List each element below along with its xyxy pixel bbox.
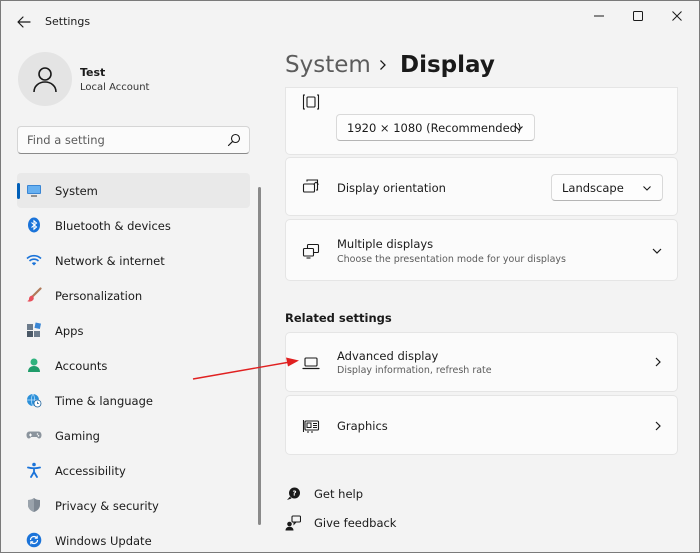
- accessibility-icon: [26, 462, 42, 478]
- resolution-value: 1920 × 1080 (Recommended): [347, 120, 522, 135]
- wifi-icon: [26, 252, 42, 268]
- app-title: Settings: [45, 15, 91, 28]
- back-arrow-icon: [17, 16, 31, 28]
- sidebar-item-windows-update[interactable]: Windows Update: [17, 523, 250, 552]
- resolution-dropdown[interactable]: 1920 × 1080 (Recommended): [336, 114, 535, 141]
- chevron-down-icon[interactable]: [651, 245, 663, 257]
- brush-icon: [26, 287, 42, 303]
- sidebar-item-label: Accounts: [55, 358, 108, 373]
- advanced-display-subtitle: Display information, refresh rate: [337, 365, 492, 376]
- sidebar-item-label: Personalization: [55, 288, 143, 303]
- multiple-displays-card[interactable]: Multiple displays Choose the presentatio…: [285, 219, 678, 281]
- sidebar-item-apps[interactable]: Apps: [17, 313, 250, 348]
- graphics-card-icon: [301, 416, 321, 436]
- chevron-down-icon: [643, 186, 651, 191]
- advanced-display-card[interactable]: Advanced display Display information, re…: [285, 332, 678, 392]
- chevron-right-icon: [655, 421, 661, 431]
- advanced-display-title: Advanced display: [337, 349, 439, 363]
- sidebar-item-label: Bluetooth & devices: [55, 218, 171, 233]
- sidebar-item-label: Apps: [55, 323, 84, 338]
- title-bar: Settings: [1, 1, 699, 43]
- sidebar-item-label: Accessibility: [55, 463, 126, 478]
- sidebar-item-label: Privacy & security: [55, 498, 159, 513]
- sidebar-item-personalization[interactable]: Personalization: [17, 278, 250, 313]
- graphics-card[interactable]: Graphics: [285, 395, 678, 455]
- resolution-icon: [301, 92, 321, 112]
- chevron-right-icon: [655, 357, 661, 367]
- get-help-link[interactable]: ? Get help: [285, 484, 363, 504]
- sidebar-scrollbar[interactable]: [258, 187, 261, 525]
- sidebar-item-system[interactable]: System: [17, 173, 250, 208]
- svg-text:?: ?: [292, 490, 296, 498]
- maximize-icon: [633, 11, 643, 21]
- close-button[interactable]: [662, 5, 692, 27]
- globe-clock-icon: [26, 392, 42, 408]
- page-title: Display: [400, 52, 495, 78]
- search-box[interactable]: [17, 126, 250, 154]
- back-button[interactable]: [13, 11, 35, 33]
- give-feedback-label: Give feedback: [314, 516, 397, 530]
- related-settings-heading: Related settings: [285, 311, 392, 325]
- close-icon: [672, 11, 682, 21]
- sidebar-nav: System Bluetooth & devices Network & int…: [17, 173, 250, 552]
- sidebar-item-gaming[interactable]: Gaming: [17, 418, 250, 453]
- display-orientation-label: Display orientation: [337, 181, 446, 195]
- feedback-icon: [285, 515, 301, 531]
- orientation-dropdown[interactable]: Landscape: [551, 174, 663, 201]
- graphics-title: Graphics: [337, 419, 388, 433]
- help-chat-icon: ?: [285, 486, 301, 502]
- resolution-card: 1920 × 1080 (Recommended): [285, 87, 678, 155]
- update-icon: [26, 532, 42, 548]
- minimize-icon: [594, 15, 604, 17]
- chevron-right-icon: [380, 60, 386, 70]
- sidebar-item-label: Windows Update: [55, 533, 152, 548]
- sidebar-item-bluetooth[interactable]: Bluetooth & devices: [17, 208, 250, 243]
- give-feedback-link[interactable]: Give feedback: [285, 513, 396, 533]
- sidebar-item-accessibility[interactable]: Accessibility: [17, 453, 250, 488]
- breadcrumb-root[interactable]: System: [285, 52, 371, 78]
- apps-icon: [26, 322, 42, 338]
- laptop-icon: [301, 353, 321, 373]
- chevron-down-icon: [515, 126, 523, 131]
- settings-window: Settings Test Local Account System: [0, 0, 700, 553]
- avatar[interactable]: [18, 52, 72, 106]
- sidebar-item-label: Gaming: [55, 428, 100, 443]
- sidebar-item-label: Network & internet: [55, 253, 165, 268]
- multiple-displays-subtitle: Choose the presentation mode for your di…: [337, 254, 566, 265]
- display-orientation-card: Display orientation Landscape: [285, 157, 678, 216]
- user-name: Test: [80, 66, 106, 79]
- gamepad-icon: [26, 427, 42, 443]
- multiple-displays-title: Multiple displays: [337, 237, 434, 251]
- shield-icon: [26, 497, 42, 513]
- multiple-displays-icon: [301, 241, 321, 261]
- person-icon: [26, 357, 42, 373]
- account-type: Local Account: [80, 82, 150, 93]
- minimize-button[interactable]: [584, 5, 614, 27]
- person-icon: [33, 67, 57, 93]
- maximize-button[interactable]: [623, 5, 653, 27]
- search-icon[interactable]: [227, 133, 241, 147]
- orientation-value: Landscape: [562, 180, 624, 195]
- monitor-icon: [26, 182, 42, 198]
- bluetooth-icon: [26, 217, 42, 233]
- sidebar-item-label: System: [55, 183, 98, 198]
- sidebar-item-network[interactable]: Network & internet: [17, 243, 250, 278]
- sidebar-item-accounts[interactable]: Accounts: [17, 348, 250, 383]
- sidebar-item-label: Time & language: [55, 393, 153, 408]
- sidebar-item-privacy-security[interactable]: Privacy & security: [17, 488, 250, 523]
- search-input[interactable]: [18, 127, 218, 153]
- orientation-icon: [301, 177, 321, 197]
- get-help-label: Get help: [314, 487, 364, 501]
- sidebar-item-time-language[interactable]: Time & language: [17, 383, 250, 418]
